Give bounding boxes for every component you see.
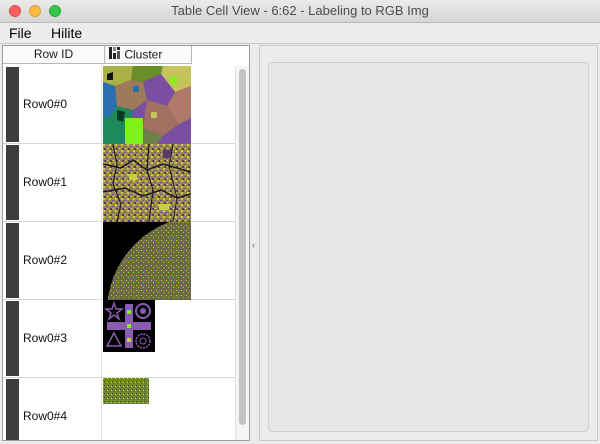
menu-hilite[interactable]: Hilite — [51, 23, 82, 43]
row-id-label: Row0#4 — [23, 409, 68, 423]
cell-divider — [101, 378, 102, 440]
image-table: Row ID Cluster Row0#0 Row0#1 Row0#2 Row0… — [2, 45, 250, 441]
table-row[interactable]: Row0#4 — [3, 378, 235, 440]
row-selection-marker[interactable] — [6, 145, 19, 220]
table-row[interactable]: Row0#3 — [3, 300, 235, 378]
cluster-thumbnail[interactable] — [103, 66, 191, 144]
column-header-cluster-label: Cluster — [124, 47, 163, 62]
row-id-label: Row0#2 — [23, 253, 68, 267]
cluster-thumbnail[interactable] — [103, 222, 191, 300]
row-id-label: Row0#3 — [23, 331, 68, 345]
cell-divider — [101, 66, 102, 144]
scrollbar-thumb[interactable] — [239, 69, 246, 425]
cluster-thumbnail[interactable] — [103, 300, 155, 352]
cell-view-panel — [259, 45, 598, 441]
row-selection-marker[interactable] — [6, 223, 19, 298]
row-selection-marker[interactable] — [6, 67, 19, 142]
collapse-arrow-icon[interactable]: ‹ — [252, 240, 255, 250]
table-row[interactable]: Row0#2 — [3, 222, 235, 300]
column-header-cluster[interactable]: Cluster — [105, 46, 192, 64]
table-row[interactable]: Row0#0 — [3, 66, 235, 144]
cell-divider — [101, 144, 102, 222]
table-row[interactable]: Row0#1 — [3, 144, 235, 222]
image-type-icon — [109, 47, 120, 60]
menu-file[interactable]: File — [9, 23, 32, 43]
cluster-thumbnail[interactable] — [103, 378, 149, 404]
table-cell-view-window: Table Cell View - 6:62 - Labeling to RGB… — [0, 0, 600, 444]
cell-view-content — [268, 62, 589, 432]
window-title: Table Cell View - 6:62 - Labeling to RGB… — [171, 3, 429, 18]
menu-bar: File Hilite — [0, 23, 600, 44]
table-vertical-scrollbar[interactable] — [235, 66, 249, 440]
row-selection-marker[interactable] — [6, 301, 19, 376]
cell-divider — [101, 300, 102, 378]
row-selection-marker[interactable] — [6, 379, 19, 440]
column-header-row-id[interactable]: Row ID — [3, 46, 105, 64]
row-id-label: Row0#0 — [23, 97, 68, 111]
row-id-label: Row0#1 — [23, 175, 68, 189]
cell-divider — [101, 222, 102, 300]
cluster-thumbnail[interactable] — [103, 144, 191, 222]
title-bar[interactable]: Table Cell View - 6:62 - Labeling to RGB… — [0, 0, 600, 23]
